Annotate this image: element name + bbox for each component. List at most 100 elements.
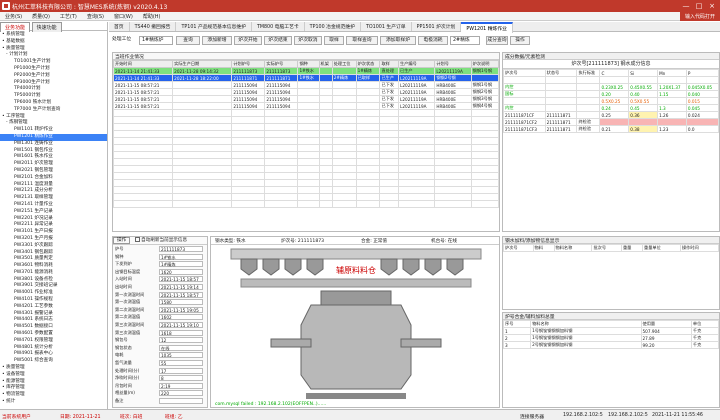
sum-row[interactable]: 2 1号钢锭钢钢钢加料钢 27.89 千克 — [503, 334, 719, 342]
chem-row[interactable]: 211111871CF2 211111871 终检验 — [503, 118, 719, 126]
sample-button[interactable]: 取样 — [324, 36, 344, 45]
sidebar-tab-business[interactable]: 业务功能 — [0, 22, 31, 32]
electrode-button[interactable]: 电极消耗 — [418, 36, 448, 45]
control-field[interactable]: 1#精炼 — [159, 261, 203, 268]
menu-help[interactable]: 帮助(H) — [138, 12, 166, 21]
chem-row[interactable]: 内控 0.23X0.25 0.45X0.55 1.20X1.37 0.045X0.05 — [503, 83, 719, 91]
tree-item[interactable]: PW4201 工艺参数 — [0, 304, 107, 311]
control-field[interactable] — [159, 397, 203, 404]
tree-item[interactable]: PW1201 精炼作业 — [0, 133, 107, 141]
grid-column-header[interactable]: 处理工位 — [331, 60, 357, 68]
tree-item[interactable]: PW2021 钢包管理 — [0, 168, 107, 175]
maximize-button[interactable]: □ — [693, 1, 705, 11]
tree-item[interactable]: TP5000计划 — [0, 93, 107, 100]
control-field[interactable]: 55 — [159, 359, 203, 366]
composition-query-button[interactable]: 成分查询 — [486, 36, 508, 45]
tree-item[interactable]: PW3301 炉次跟踪 — [0, 243, 107, 250]
tree-item[interactable]: PW3701 能源消耗 — [0, 270, 107, 277]
grid-column-header[interactable]: 计划号 — [434, 60, 472, 68]
add-sample-button[interactable]: 添加取样炉 — [380, 36, 416, 45]
close-button[interactable]: × — [706, 1, 718, 11]
grid-column-header[interactable]: 钢种 — [297, 60, 320, 68]
chem-row[interactable]: 211111871CF3 211111871 终检验 0.21 0.38 1.23 0.0 — [503, 125, 719, 133]
control-field[interactable]: 1620 — [159, 268, 203, 275]
control-field[interactable]: 12 — [159, 337, 203, 344]
doc-tab[interactable]: TP101 产品规范基本信息维护 — [176, 22, 252, 31]
tree-item[interactable]: PW2131 取样管理 — [0, 195, 107, 202]
sidebar-tab-quick[interactable]: 快速功能 — [31, 22, 62, 32]
query-button[interactable]: 查询 — [176, 36, 200, 45]
doc-tab[interactable]: PW1201 精炼作业 — [461, 22, 513, 33]
tree-item[interactable]: • 基础数据 — [0, 39, 107, 46]
control-field[interactable]: 1602 — [159, 314, 203, 321]
doc-tab[interactable]: TO1001 生产订单 — [361, 22, 412, 31]
control-field[interactable]: 2021-11-15 19:05 — [159, 306, 203, 313]
control-field[interactable]: 1618 — [159, 329, 203, 336]
grid-column-header[interactable]: 炉次状态 — [355, 60, 381, 68]
control-field[interactable]: 8 — [159, 375, 203, 382]
minimize-button[interactable]: — — [680, 1, 692, 11]
menu-business[interactable]: 业务(S) — [0, 12, 27, 21]
heat-start-button[interactable]: 炉次开始 — [234, 36, 262, 45]
doc-tab[interactable]: TM800 电脑工艺卡 — [252, 22, 305, 31]
auto-refresh-checkbox[interactable] — [134, 237, 140, 242]
chem-row[interactable]: 0.5X0.25 0.5X0.55 0.015 — [503, 97, 719, 105]
chem-row[interactable]: 国标 0.20 0.40 1.15 0.040 — [503, 90, 719, 98]
control-field[interactable]: 220 — [159, 390, 203, 397]
menu-quality[interactable]: 质量(Q) — [27, 12, 55, 21]
refine-select[interactable]: 2#精炼 — [450, 36, 480, 45]
tree-item[interactable]: • 质量管理 — [0, 365, 107, 372]
chem-row[interactable] — [503, 76, 719, 84]
grid-column-header[interactable]: 开始时间 — [113, 60, 174, 68]
grid-column-header[interactable]: 计划炉号 — [231, 60, 266, 68]
tree-item[interactable]: TP6000 铁水计划 — [0, 100, 107, 107]
tree-item[interactable]: PP1000生产计划 — [0, 66, 107, 73]
tree-item[interactable]: TO1001生产计划 — [0, 59, 107, 66]
tree-item[interactable]: PW3601 物料消耗 — [0, 263, 107, 270]
control-field[interactable]: 211111873 — [159, 246, 203, 252]
menu-query[interactable]: 查询(S) — [82, 12, 109, 21]
tree-item[interactable]: PW4101 操作规程 — [0, 297, 107, 304]
table-row[interactable]: 2021-11-15 08:57:21 211115094 211115094 已下发… — [113, 88, 499, 96]
doc-tab[interactable]: 首页 — [109, 22, 130, 31]
grid-column-header[interactable]: 实际炉号 — [264, 60, 299, 68]
sum-row[interactable]: 3 2号钢锭钢钢钢加料钢 99.20 千克 — [503, 341, 719, 349]
table-row[interactable]: 2021-11-14 21:41:33 2021-11-28 18:22:00 21… — [113, 74, 499, 82]
control-field[interactable]: 1035 — [159, 352, 203, 359]
table-row[interactable]: 2021-11-14 21:41:33 2021-11-28 09:14:32 21… — [113, 67, 499, 75]
control-field[interactable]: 17 — [159, 367, 203, 374]
operate-button[interactable]: 操作 — [510, 36, 530, 45]
table-row[interactable]: 2021-11-15 08:57:21 211115094 211115094 已下发… — [113, 95, 499, 103]
tree-item[interactable]: PW4601 参数配置 — [0, 331, 107, 338]
grid-column-header[interactable]: 生产编号 — [398, 60, 436, 68]
tree-item[interactable]: • 设备管理 — [0, 372, 107, 379]
tree-item[interactable]: PW3101 生产日报 — [0, 229, 107, 236]
tree-item[interactable]: PW3201 生产月报 — [0, 236, 107, 243]
control-field[interactable]: 2021-11-15 19:14 — [159, 283, 203, 290]
tree-item[interactable]: PW2151 生产记录 — [0, 209, 107, 216]
heat-end-button[interactable]: 炉次结束 — [264, 36, 292, 45]
doc-tab[interactable]: TS440 撤回报告 — [130, 22, 177, 31]
tree-item[interactable]: PW2141 计量作业 — [0, 202, 107, 209]
tree-item[interactable]: PW2011 炉次管理 — [0, 161, 107, 168]
doc-tab[interactable]: PP1501 炉次计划 — [412, 22, 462, 31]
station-select[interactable]: 1#精炼炉 — [139, 36, 173, 45]
doc-tab[interactable]: TP100 冶金规范维护 — [305, 22, 361, 31]
code-open-button[interactable]: 输入代码打开 — [679, 12, 720, 21]
control-field[interactable]: 在线 — [159, 344, 203, 351]
grid-column-header[interactable]: 取样 — [379, 60, 400, 68]
tree-item[interactable]: PP2000生产计划 — [0, 73, 107, 80]
control-field[interactable]: 2021-11-15 18:57 — [159, 276, 203, 283]
chem-row[interactable]: 211111871CF 211111871 0.25 0.36 1.26 0.024 — [503, 111, 719, 119]
menu-window[interactable]: 窗口(W) — [109, 12, 138, 21]
tree-item[interactable]: • 物流管理 — [0, 392, 107, 399]
add-new-button[interactable]: 添加新增 — [202, 36, 232, 45]
tree-item[interactable]: • 统计 — [0, 399, 107, 406]
sample-query-button[interactable]: 取样查询 — [346, 36, 378, 45]
heat-cancel-button[interactable]: 炉次取消 — [294, 36, 322, 45]
tree-item[interactable]: PW2101 合金加料 — [0, 175, 107, 182]
grid-column-header[interactable]: 炉次说明 — [470, 60, 499, 68]
grid-column-header[interactable]: 机架 — [318, 60, 333, 68]
grid-column-header[interactable]: 实际生产日期 — [172, 60, 233, 68]
table-row[interactable]: 2021-11-15 08:57:21 211115094 211115094 已下发… — [113, 102, 499, 110]
